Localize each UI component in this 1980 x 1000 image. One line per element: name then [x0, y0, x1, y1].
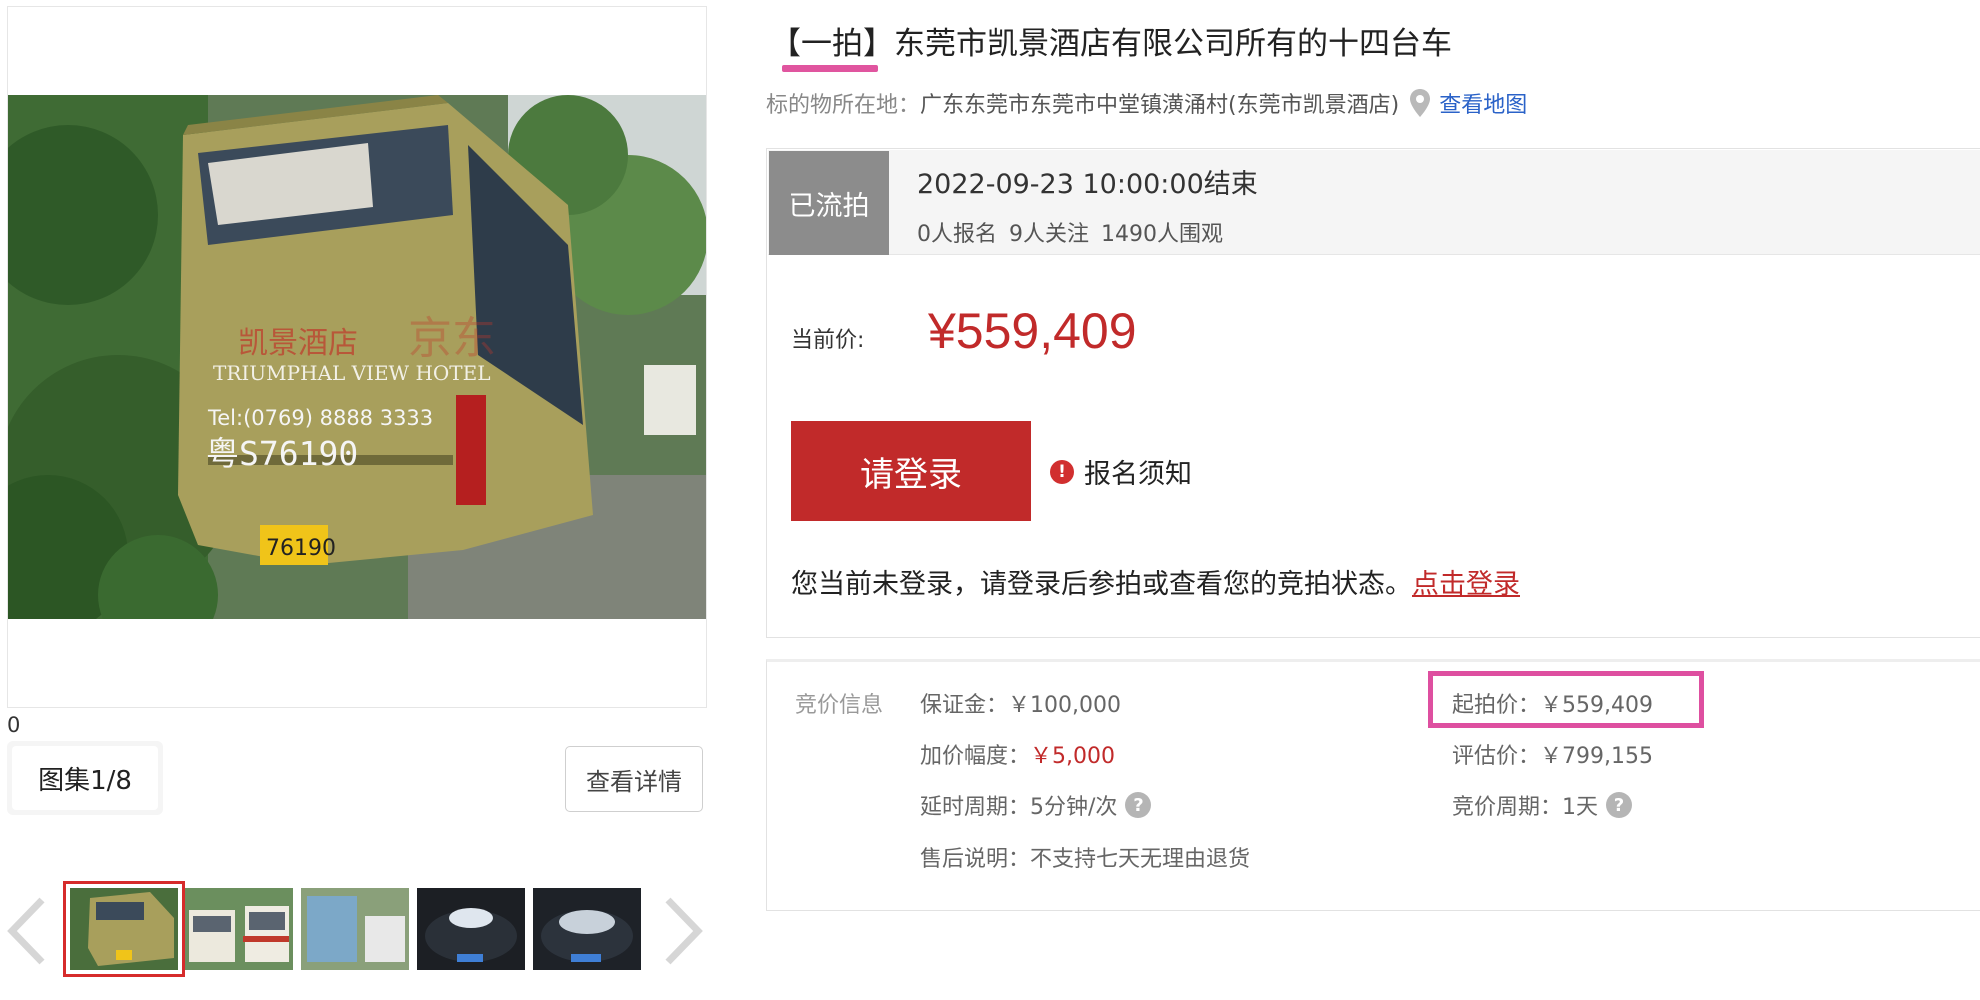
bid-period-row: 竞价周期： 1天 ? — [1452, 789, 1633, 821]
bus-fleet-number: 粤S76190 — [206, 434, 358, 473]
thumbnail-2[interactable] — [185, 888, 293, 970]
thumbnail-5[interactable] — [533, 888, 641, 970]
delay-row: 延时周期： 5分钟/次 ? — [920, 789, 1152, 821]
login-button[interactable]: 请登录 — [791, 421, 1031, 521]
signup-count: 0人报名 — [917, 222, 997, 247]
exclamation-icon: ! — [1050, 459, 1074, 484]
appraisal-value: ￥799,155 — [1540, 744, 1653, 769]
chevron-right-icon[interactable] — [660, 896, 704, 966]
click-login-link[interactable]: 点击登录 — [1412, 569, 1520, 600]
deposit-value: ￥100,000 — [1008, 693, 1121, 718]
status-badge: 已流拍 — [769, 151, 889, 255]
increment-row: 加价幅度： ￥5,000 — [920, 738, 1115, 770]
current-price: ¥559,409 — [928, 303, 1137, 359]
follower-count: 9人关注 — [1009, 222, 1089, 247]
gallery-counter-label: 图集1/8 — [12, 746, 158, 810]
chevron-left-icon[interactable] — [6, 896, 50, 966]
title-highlight-underline — [782, 65, 878, 72]
thumbnail-4[interactable] — [417, 888, 525, 970]
view-detail-button[interactable]: 查看详情 — [565, 746, 703, 812]
hotel-name-en: TRIUMPHAL VIEW HOTEL — [213, 361, 491, 385]
gallery-counter[interactable]: 图集1/8 — [7, 741, 163, 815]
increment-value: ￥5,000 — [1030, 744, 1115, 769]
bus-phone: Tel:(0769) 8888 3333 — [207, 406, 433, 430]
location-label: 标的物所在地： — [766, 93, 921, 118]
site-watermark: 京东 — [408, 313, 496, 364]
current-price-label: 当前价: — [791, 328, 865, 353]
map-pin-icon — [1410, 89, 1431, 117]
deposit-row: 保证金： ￥100,000 — [920, 687, 1121, 719]
login-tip: 您当前未登录，请登录后参拍或查看您的竞拍状态。点击登录 — [791, 562, 1520, 601]
viewer-count: 1490人围观 — [1101, 222, 1223, 247]
signup-notice[interactable]: ! 报名须知 — [1050, 452, 1192, 491]
login-tip-text: 您当前未登录，请登录后参拍或查看您的竞拍状态。 — [791, 569, 1412, 600]
bid-period-label: 竞价周期： — [1452, 795, 1563, 820]
thumbnail-1[interactable] — [63, 881, 185, 977]
bid-info-label: 竞价信息 — [795, 693, 884, 718]
view-map-link[interactable]: 查看地图 — [1439, 87, 1527, 119]
help-icon[interactable]: ? — [1606, 792, 1633, 818]
appraisal-label: 评估价： — [1452, 744, 1541, 769]
thumbnail-3[interactable] — [301, 888, 409, 970]
help-icon[interactable]: ? — [1125, 792, 1152, 818]
bus-photo[interactable]: 凯景酒店 京东 TRIUMPHAL VIEW HOTEL Tel:(0769) … — [8, 95, 706, 619]
auction-stats: 0人报名 9人关注 1490人围观 — [917, 216, 1235, 248]
aftersale-value: 不支持七天无理由退货 — [1030, 847, 1251, 872]
end-time: 2022-09-23 10:00:00结束 — [917, 169, 1258, 200]
aftersale-row: 售后说明： 不支持七天无理由退货 — [920, 841, 1250, 873]
increment-label: 加价幅度： — [920, 744, 1031, 769]
hotel-name-watermark: 凯景酒店 — [238, 326, 358, 361]
appraisal-row: 评估价： ￥799,155 — [1452, 738, 1653, 770]
location-value: 广东东莞市东莞市中堂镇潢涌村(东莞市凯景酒店) — [920, 93, 1400, 118]
image-index: 0 — [7, 713, 21, 737]
bid-period-value: 1天 — [1562, 795, 1599, 820]
page-title: 【一拍】东莞市凯景酒店有限公司所有的十四台车 — [770, 26, 1452, 62]
location-row: 标的物所在地： 广东东莞市东莞市中堂镇潢涌村(东莞市凯景酒店) 查看地图 — [766, 87, 1527, 119]
signup-notice-label: 报名须知 — [1084, 459, 1192, 490]
delay-value: 5分钟/次 — [1030, 795, 1118, 820]
delay-label: 延时周期： — [920, 795, 1031, 820]
main-image-frame: 凯景酒店 京东 TRIUMPHAL VIEW HOTEL Tel:(0769) … — [7, 6, 707, 708]
start-price-highlight — [1428, 671, 1704, 728]
aftersale-label: 售后说明： — [920, 847, 1031, 872]
deposit-label: 保证金： — [920, 693, 1009, 718]
license-plate: 76190 — [266, 536, 336, 561]
